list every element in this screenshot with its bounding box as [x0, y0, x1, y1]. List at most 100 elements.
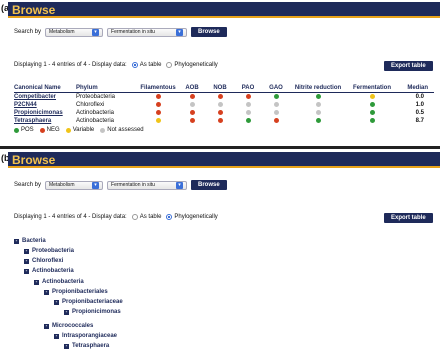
- tree-node[interactable]: - Bacteria: [14, 238, 46, 244]
- tree-node[interactable]: - Propionicimonas: [64, 309, 121, 315]
- column-header[interactable]: Canonical Name: [14, 84, 76, 93]
- column-header[interactable]: GAO: [262, 84, 290, 93]
- collapse-icon[interactable]: -: [54, 299, 59, 305]
- legend-item: NEG: [39, 127, 60, 133]
- collapse-icon[interactable]: -: [64, 309, 69, 315]
- column-header[interactable]: Filamentous: [138, 84, 178, 93]
- chevron-down-icon: ▾: [176, 28, 184, 36]
- collapse-icon[interactable]: -: [44, 323, 49, 329]
- trait-cell: [178, 109, 206, 117]
- column-header[interactable]: AOB: [178, 84, 206, 93]
- trait-status-icon: [245, 101, 251, 107]
- median-cell: 8.7: [415, 118, 424, 124]
- median-cell: 0.0: [415, 94, 424, 100]
- search-label: Search by: [14, 29, 42, 35]
- table-row: Tetrasphaera Actinobacteria 8.7: [14, 117, 434, 125]
- search-field-select[interactable]: Metabolism ▾: [45, 180, 104, 190]
- phylum-cell: Actinobacteria: [76, 110, 115, 116]
- search-row-a: Search by Metabolism ▾ Fermentation in si…: [14, 27, 227, 37]
- search-value-select[interactable]: Fermentation in situ ▾: [107, 27, 188, 37]
- organism-link[interactable]: Competibacter: [14, 93, 76, 102]
- column-header[interactable]: NOB: [206, 84, 234, 93]
- collapse-icon[interactable]: -: [24, 248, 29, 254]
- collapse-icon[interactable]: -: [44, 289, 49, 295]
- search-field-select[interactable]: Metabolism ▾: [45, 27, 104, 37]
- tree-node[interactable]: - Propionibacteriaceae: [54, 299, 123, 305]
- legend-label: POS: [21, 127, 34, 133]
- search-label: Search by: [14, 182, 42, 188]
- tree-node[interactable]: - Propionibacteriales: [44, 289, 108, 295]
- trait-cell: [178, 101, 206, 109]
- tree-node[interactable]: - Micrococcales: [44, 323, 93, 329]
- column-header[interactable]: Phylum: [76, 84, 138, 93]
- median-cell: 0.5: [415, 110, 424, 116]
- radio-phylogenetically[interactable]: Phylogenetically: [166, 62, 218, 68]
- column-header[interactable]: Median: [398, 84, 434, 93]
- tree-node-label: Propionibacteriaceae: [62, 299, 123, 305]
- collapse-icon[interactable]: -: [24, 268, 29, 274]
- trait-status-icon: [315, 101, 321, 107]
- radio-as-table[interactable]: As table: [131, 214, 161, 220]
- table-header-row: Canonical Name Phylum Filamentous AOB NOB PAO…: [14, 84, 434, 93]
- trait-cell: [234, 93, 262, 102]
- radio-as-table[interactable]: As table: [131, 62, 161, 68]
- legend-label: NEG: [46, 127, 60, 133]
- trait-status-icon: [217, 117, 223, 123]
- trait-cell: [206, 109, 234, 117]
- browse-button[interactable]: Browse: [191, 180, 227, 190]
- display-status: Displaying 1 - 4 entries of 4 - Display …: [14, 62, 127, 68]
- export-table-button[interactable]: Export table: [384, 61, 433, 71]
- column-header[interactable]: PAO: [234, 84, 262, 93]
- browse-button[interactable]: Browse: [191, 27, 227, 37]
- trait-cell: [178, 117, 206, 125]
- trait-cell: [262, 117, 290, 125]
- column-header[interactable]: Fermentation: [346, 84, 398, 93]
- organism-link[interactable]: Propionicimonas: [14, 109, 76, 117]
- organism-link[interactable]: Tetrasphaera: [14, 117, 76, 125]
- collapse-icon[interactable]: -: [54, 333, 59, 339]
- tree-node-label: Propionicimonas: [72, 309, 121, 315]
- table-row: P2CN44 Chloroflexi 1.0: [14, 101, 434, 109]
- chevron-down-icon: ▾: [92, 28, 100, 36]
- tree-node[interactable]: - Proteobacteria: [24, 248, 74, 254]
- trait-status-icon: [315, 93, 321, 99]
- trait-cell: [206, 101, 234, 109]
- legend-item: Variable: [65, 127, 94, 133]
- collapse-icon[interactable]: -: [64, 343, 69, 349]
- tree-node[interactable]: - Actinobacteria: [34, 279, 84, 285]
- trait-status-icon: [315, 109, 321, 115]
- trait-cell: [262, 101, 290, 109]
- trait-status-icon: [155, 109, 161, 115]
- select-value: Fermentation in situ: [111, 29, 155, 35]
- header-bar-a: Browse: [8, 2, 440, 18]
- tree-node-label: Actinobacteria: [32, 268, 74, 274]
- radio-label: Phylogenetically: [174, 62, 218, 68]
- tree-node[interactable]: - Intrasporangiaceae: [54, 333, 117, 339]
- collapse-icon[interactable]: -: [34, 279, 39, 285]
- search-value-select[interactable]: Fermentation in situ ▾: [107, 180, 188, 190]
- tree-node[interactable]: - Chloroflexi: [24, 258, 63, 264]
- trait-status-icon: [217, 101, 223, 107]
- trait-cell: [262, 93, 290, 102]
- collapse-icon[interactable]: -: [14, 238, 19, 244]
- column-header[interactable]: Nitrite reduction: [290, 84, 346, 93]
- search-row-b: Search by Metabolism ▾ Fermentation in si…: [14, 180, 227, 190]
- tree-node-label: Propionibacteriales: [52, 289, 108, 295]
- legend-label: Not assessed: [107, 127, 144, 133]
- display-status: Displaying 1 - 4 entries of 4 - Display …: [14, 214, 127, 220]
- trait-status-icon: [155, 101, 161, 107]
- trait-cell: [206, 117, 234, 125]
- tree-node[interactable]: - Tetrasphaera: [64, 343, 109, 349]
- header-bar-b: Browse: [8, 152, 440, 168]
- collapse-icon[interactable]: -: [24, 258, 29, 264]
- trait-status-icon: [245, 117, 251, 123]
- radio-phylogenetically[interactable]: Phylogenetically: [166, 214, 218, 220]
- organism-link[interactable]: P2CN44: [14, 101, 76, 109]
- results-table: Canonical Name Phylum Filamentous AOB NOB PAO…: [14, 84, 434, 125]
- tree-node[interactable]: - Actinobacteria: [24, 268, 74, 274]
- trait-cell: [138, 101, 178, 109]
- tree-node-label: Actinobacteria: [42, 279, 84, 285]
- export-table-button[interactable]: Export table: [384, 213, 433, 223]
- trait-status-icon: [369, 109, 375, 115]
- legend-swatch-icon: [65, 127, 71, 133]
